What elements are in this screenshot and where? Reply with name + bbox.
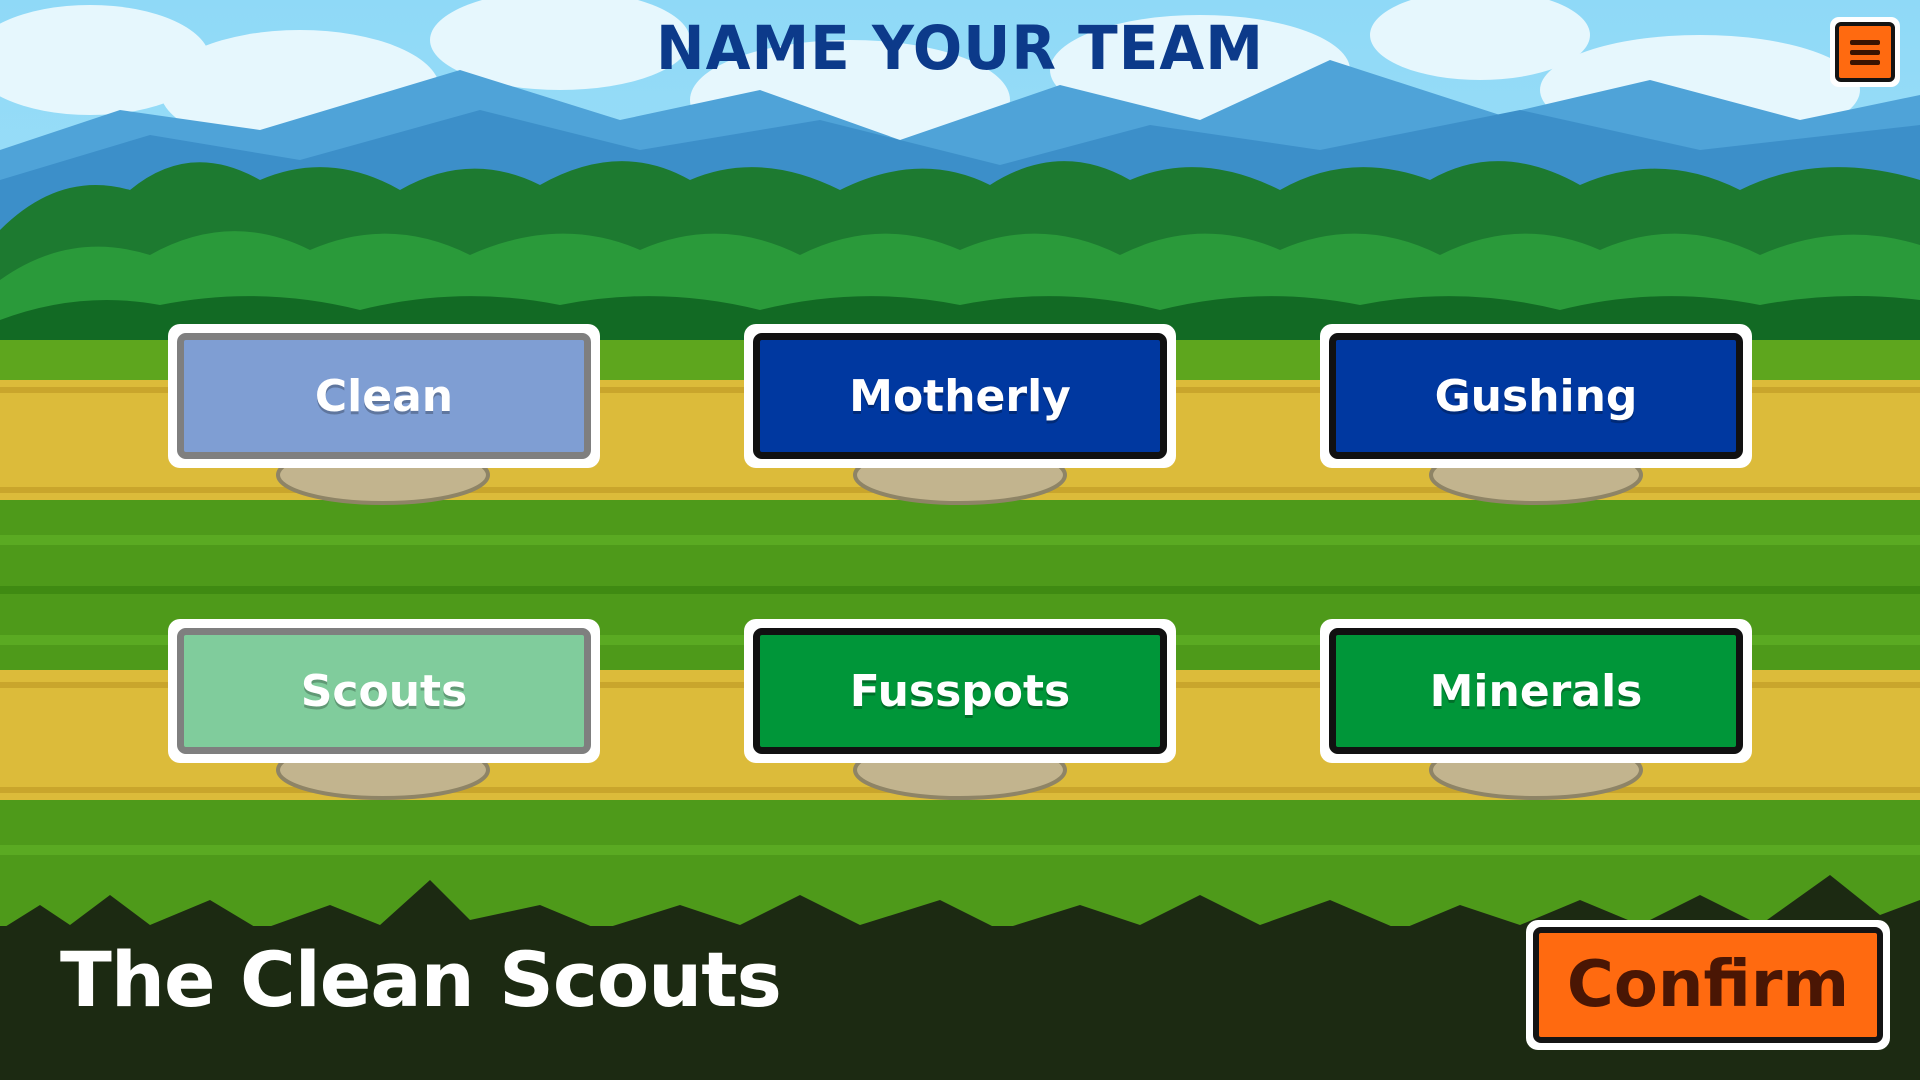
background-scenery [0,0,1920,1080]
option-label: Clean [177,333,591,459]
page-title: NAME YOUR TEAM [656,12,1264,84]
confirm-button[interactable]: Confirm [1526,920,1890,1050]
adjective-option-motherly[interactable]: Motherly [744,324,1176,468]
menu-icon-bar [1850,39,1880,45]
option-label: Gushing [1329,333,1743,459]
noun-option-fusspots[interactable]: Fusspots [744,619,1176,763]
adjective-option-clean[interactable]: Clean [168,324,600,468]
menu-icon-bar [1850,49,1880,55]
option-label: Minerals [1329,628,1743,754]
confirm-label: Confirm [1533,927,1883,1043]
option-label: Motherly [753,333,1167,459]
adjective-option-gushing[interactable]: Gushing [1320,324,1752,468]
hamburger-menu-icon [1835,22,1895,82]
noun-option-scouts[interactable]: Scouts [168,619,600,763]
menu-icon-bar [1850,59,1880,65]
option-label: Fusspots [753,628,1167,754]
menu-button[interactable] [1830,17,1900,87]
noun-option-minerals[interactable]: Minerals [1320,619,1752,763]
team-name-display: The Clean Scouts [60,935,782,1024]
option-label: Scouts [177,628,591,754]
